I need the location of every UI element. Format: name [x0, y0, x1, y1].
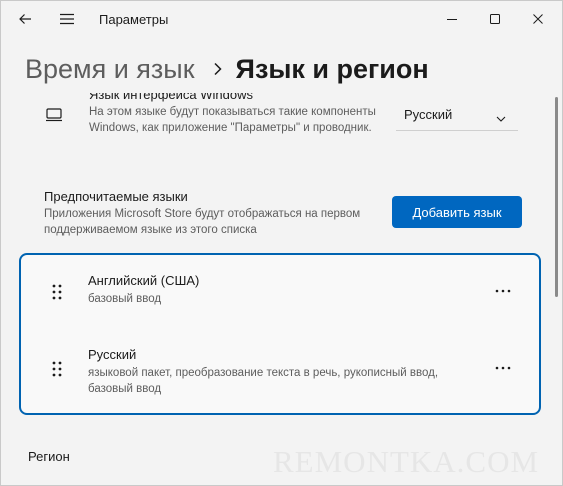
- page-title: Язык и регион: [235, 53, 429, 84]
- language-name: Русский: [88, 347, 137, 362]
- watermark: REMONTKA.COM: [273, 444, 540, 479]
- close-icon: [533, 14, 543, 24]
- app-title: Параметры: [99, 12, 169, 27]
- back-button[interactable]: [15, 9, 35, 29]
- interface-language-dropdown[interactable]: Русский: [396, 99, 518, 131]
- chevron-down-icon: [496, 110, 506, 125]
- interface-language-setting: Язык интерфейса Windows На этом языке бу…: [19, 93, 541, 157]
- monitor-icon: [45, 107, 63, 128]
- more-horizontal-icon: [495, 289, 511, 293]
- preferred-languages-list: Английский (США) базовый ввод Русский яз…: [19, 253, 541, 415]
- minimize-icon: [447, 19, 457, 20]
- close-button[interactable]: [528, 9, 548, 29]
- interface-language-value: Русский: [404, 107, 453, 122]
- language-features: языковой пакет, преобразование текста в …: [88, 367, 439, 395]
- drag-handle-icon[interactable]: [51, 360, 63, 378]
- settings-window: Параметры Время и язык Язык и регион Язы…: [0, 0, 563, 486]
- list-item[interactable]: Английский (США) базовый ввод: [21, 261, 539, 337]
- language-features: базовый ввод: [88, 293, 162, 305]
- preferred-languages-description: Приложения Microsoft Store будут отображ…: [44, 208, 361, 236]
- minimize-button[interactable]: [442, 9, 462, 29]
- interface-language-title: Язык интерфейса Windows: [89, 93, 253, 102]
- region-section-title: Регион: [28, 449, 70, 464]
- more-options-button[interactable]: [491, 281, 515, 301]
- preferred-languages-title: Предпочитаемые языки: [44, 189, 188, 204]
- maximize-button[interactable]: [485, 9, 505, 29]
- navigation-menu-button[interactable]: [57, 9, 77, 29]
- arrow-left-icon: [19, 14, 31, 24]
- title-bar: Параметры: [1, 1, 562, 37]
- interface-language-description: На этом языке будут показываться такие к…: [89, 106, 376, 134]
- drag-handle-icon[interactable]: [51, 283, 63, 301]
- more-horizontal-icon: [495, 366, 511, 370]
- settings-content[interactable]: Язык интерфейса Windows На этом языке бу…: [1, 93, 562, 485]
- language-name: Английский (США): [88, 273, 200, 288]
- list-item[interactable]: Русский языковой пакет, преобразование т…: [21, 335, 539, 411]
- more-options-button[interactable]: [491, 358, 515, 378]
- chevron-right-icon: [213, 62, 222, 76]
- hamburger-icon: [60, 13, 74, 25]
- breadcrumb-parent-link[interactable]: Время и язык: [25, 54, 195, 85]
- breadcrumb: Время и язык Язык и регион: [25, 49, 429, 89]
- add-language-button[interactable]: Добавить язык: [392, 196, 522, 228]
- maximize-icon: [490, 14, 500, 24]
- vertical-scrollbar[interactable]: [555, 97, 558, 297]
